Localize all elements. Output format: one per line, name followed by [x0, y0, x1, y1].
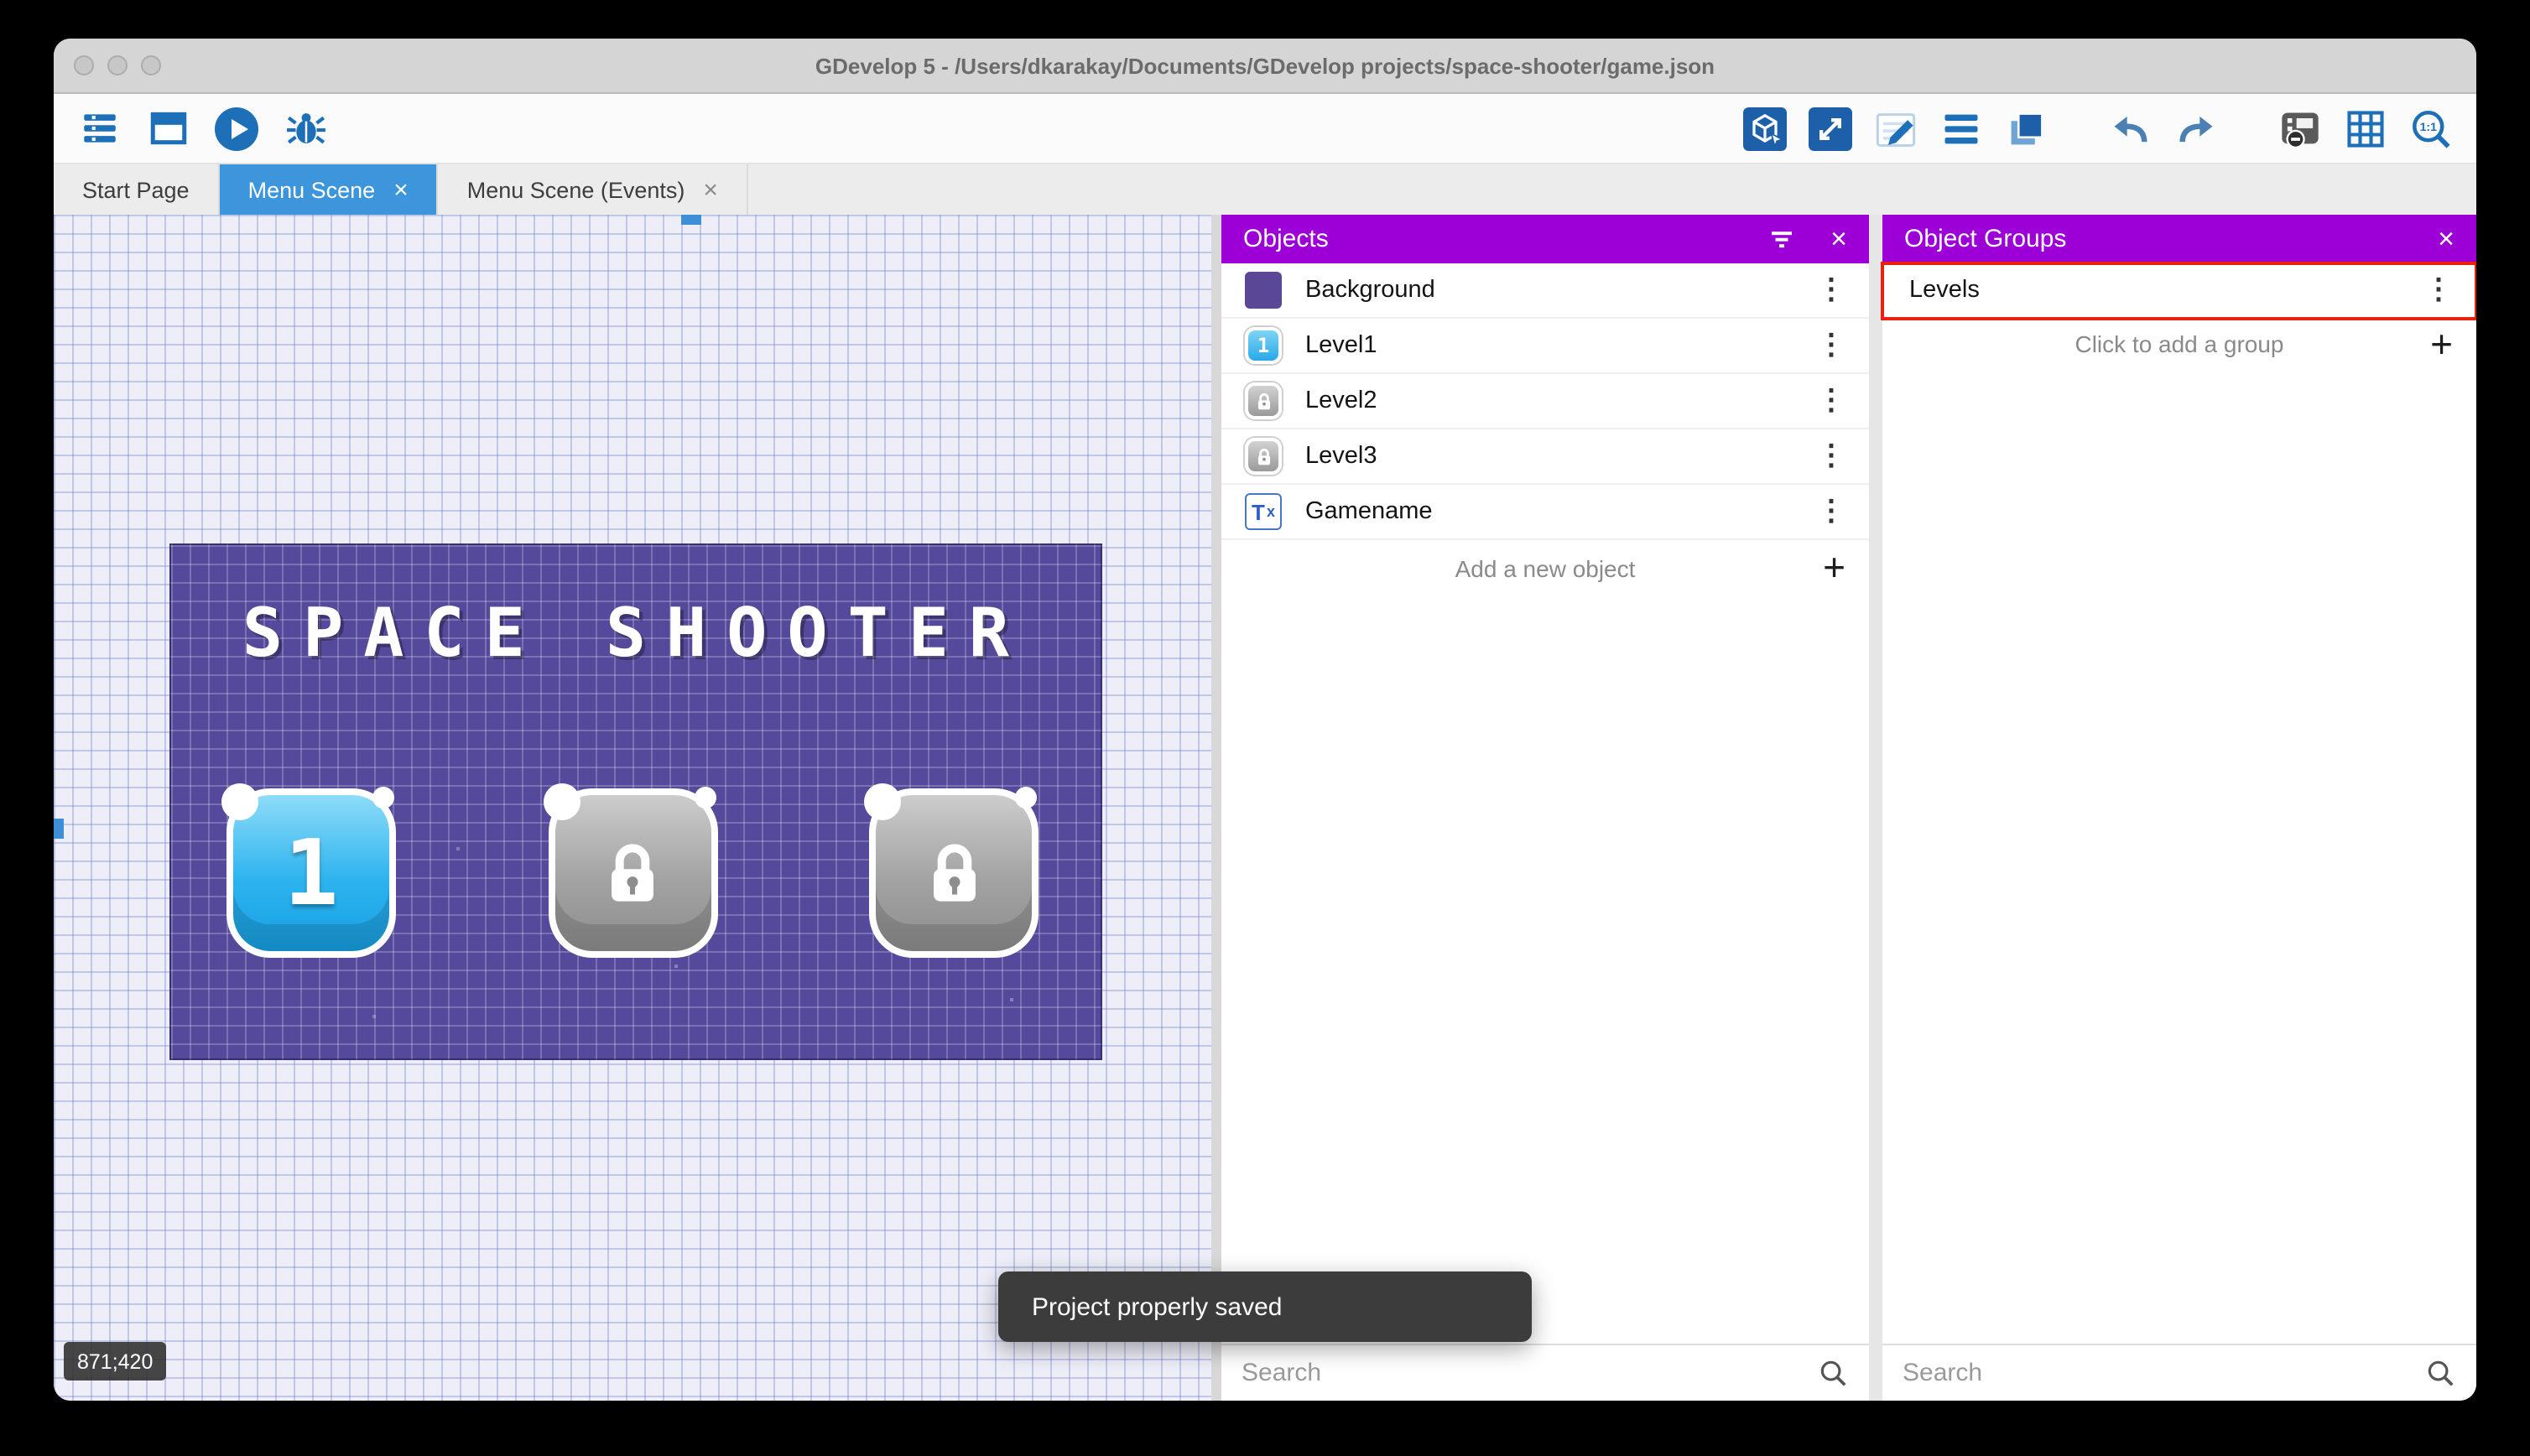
tab-label: Start Page	[82, 177, 190, 202]
window-mask-icon[interactable]	[2278, 107, 2322, 150]
object-name: Level1	[1305, 332, 1377, 359]
grid-icon[interactable]	[2344, 107, 2387, 150]
search-icon	[2424, 1357, 2456, 1389]
save-toast: Project properly saved	[998, 1271, 1532, 1342]
add-new-object-button[interactable]: Add a new object +	[1221, 540, 1869, 595]
objects-search-input[interactable]	[1242, 1359, 1804, 1387]
add-group-label: Click to add a group	[2074, 330, 2283, 357]
object-row-level1[interactable]: 1 Level1 ⋮	[1221, 319, 1869, 374]
plus-icon[interactable]: +	[2430, 325, 2453, 363]
undo-icon[interactable]	[2109, 107, 2153, 150]
toolbar-left-group	[77, 107, 327, 150]
background-object-instance[interactable]: SPACE SHOOTER 1	[169, 543, 1102, 1060]
play-icon	[215, 107, 258, 150]
objects-search-bar	[1221, 1344, 1869, 1401]
object-name: Gamename	[1305, 498, 1433, 525]
kebab-menu-icon[interactable]: ⋮	[1817, 495, 1845, 528]
object-row-level2[interactable]: Level2 ⋮	[1221, 374, 1869, 429]
canvas-scroll-indicator-top[interactable]	[681, 215, 701, 225]
tab-label: Menu Scene	[248, 177, 376, 202]
minimize-window-button[interactable]	[107, 55, 128, 75]
level-buttons-row: 1	[226, 788, 1039, 958]
objects-panel: Objects × Background ⋮ 1 Level1	[1221, 215, 1869, 1401]
app-window: GDevelop 5 - /Users/dkarakay/Documents/G…	[54, 39, 2476, 1401]
properties-pencil-icon[interactable]	[1874, 107, 1918, 150]
main-toolbar: 1:1	[54, 94, 2476, 164]
close-tab-icon[interactable]: ×	[703, 177, 718, 202]
object-row-level3[interactable]: Level3 ⋮	[1221, 429, 1869, 485]
canvas-scroll-indicator-left[interactable]	[54, 819, 64, 839]
level1-number: 1	[284, 820, 338, 926]
level2-button-instance[interactable]	[548, 788, 717, 958]
lock-button-icon	[1245, 438, 1282, 475]
debug-icon[interactable]	[284, 107, 327, 150]
groups-search-bar	[1882, 1344, 2476, 1401]
cursor-coordinates: 871;420	[64, 1342, 166, 1381]
tab-menu-scene[interactable]: Menu Scene ×	[220, 164, 439, 215]
object-groups-panel: Object Groups × Levels ⋮ Click to add a …	[1882, 215, 2476, 1401]
search-icon	[1817, 1357, 1849, 1389]
kebab-menu-icon[interactable]: ⋮	[1817, 439, 1845, 473]
editor-content: SPACE SHOOTER 1	[54, 215, 2476, 1401]
group-row-levels[interactable]: Levels ⋮	[1882, 263, 2476, 319]
redo-icon[interactable]	[2174, 107, 2218, 150]
object-row-background[interactable]: Background ⋮	[1221, 263, 1869, 319]
level3-button-instance[interactable]	[869, 788, 1039, 958]
stars-decor	[171, 545, 174, 549]
objects-editor-icon[interactable]	[1743, 107, 1787, 150]
panel-divider[interactable]	[1869, 215, 1882, 1401]
svg-text:1:1: 1:1	[2420, 119, 2438, 133]
lock-icon	[554, 795, 711, 951]
scene-window-icon[interactable]	[146, 107, 190, 150]
instances-list-icon[interactable]	[1939, 107, 1983, 150]
tab-start-page[interactable]: Start Page	[54, 164, 220, 215]
object-name: Level3	[1305, 443, 1377, 470]
background-swatch-icon	[1245, 272, 1282, 309]
filter-icon[interactable]	[1767, 224, 1797, 254]
panel-divider[interactable]	[1211, 215, 1221, 1401]
object-name: Background	[1305, 277, 1435, 304]
desktop-background: GDevelop 5 - /Users/dkarakay/Documents/G…	[0, 0, 2530, 1456]
zoom-reset-icon[interactable]: 1:1	[2409, 107, 2453, 150]
project-manager-icon[interactable]	[77, 107, 121, 150]
level1-button-icon: 1	[1245, 327, 1282, 364]
text-object-icon: Tx	[1245, 493, 1282, 530]
close-panel-icon[interactable]: ×	[1830, 225, 1847, 253]
toast-message: Project properly saved	[1032, 1292, 1283, 1321]
scene-canvas[interactable]: SPACE SHOOTER 1	[54, 215, 1211, 1401]
groups-panel-header: Object Groups ×	[1882, 215, 2476, 263]
groups-panel-title: Object Groups	[1904, 225, 2066, 253]
close-panel-icon[interactable]: ×	[2438, 225, 2455, 253]
toolbar-right-group: 1:1	[1743, 107, 2453, 150]
objects-panel-header: Objects ×	[1221, 215, 1869, 263]
group-name: Levels	[1909, 277, 1980, 304]
close-window-button[interactable]	[74, 55, 94, 75]
kebab-menu-icon[interactable]: ⋮	[1817, 384, 1845, 418]
editor-tabbar: Start Page Menu Scene × Menu Scene (Even…	[54, 164, 2476, 215]
window-controls	[54, 55, 161, 75]
tab-menu-scene-events[interactable]: Menu Scene (Events) ×	[439, 164, 748, 215]
lock-icon	[876, 795, 1032, 951]
window-title: GDevelop 5 - /Users/dkarakay/Documents/G…	[54, 53, 2476, 78]
kebab-menu-icon[interactable]: ⋮	[1817, 273, 1845, 307]
close-tab-icon[interactable]: ×	[393, 177, 409, 202]
window-titlebar: GDevelop 5 - /Users/dkarakay/Documents/G…	[54, 39, 2476, 94]
maximize-window-button[interactable]	[141, 55, 161, 75]
add-group-button[interactable]: Click to add a group +	[1882, 319, 2476, 369]
object-name: Level2	[1305, 387, 1377, 414]
lock-button-icon	[1245, 382, 1282, 419]
groups-search-input[interactable]	[1903, 1359, 2411, 1387]
instances-editor-icon[interactable]	[1809, 107, 1852, 150]
level1-button-instance[interactable]: 1	[226, 788, 396, 958]
scene-title-text[interactable]: SPACE SHOOTER	[171, 595, 1101, 673]
plus-icon[interactable]: +	[1823, 549, 1845, 587]
layers-panel-icon[interactable]	[2005, 107, 2048, 150]
kebab-menu-icon[interactable]: ⋮	[1817, 329, 1845, 362]
object-row-gamename[interactable]: Tx Gamename ⋮	[1221, 485, 1869, 540]
preview-play-button[interactable]	[215, 107, 258, 150]
kebab-menu-icon[interactable]: ⋮	[2424, 273, 2453, 307]
objects-panel-title: Objects	[1243, 225, 1329, 253]
add-object-label: Add a new object	[1455, 554, 1636, 581]
tab-label: Menu Scene (Events)	[467, 177, 685, 202]
